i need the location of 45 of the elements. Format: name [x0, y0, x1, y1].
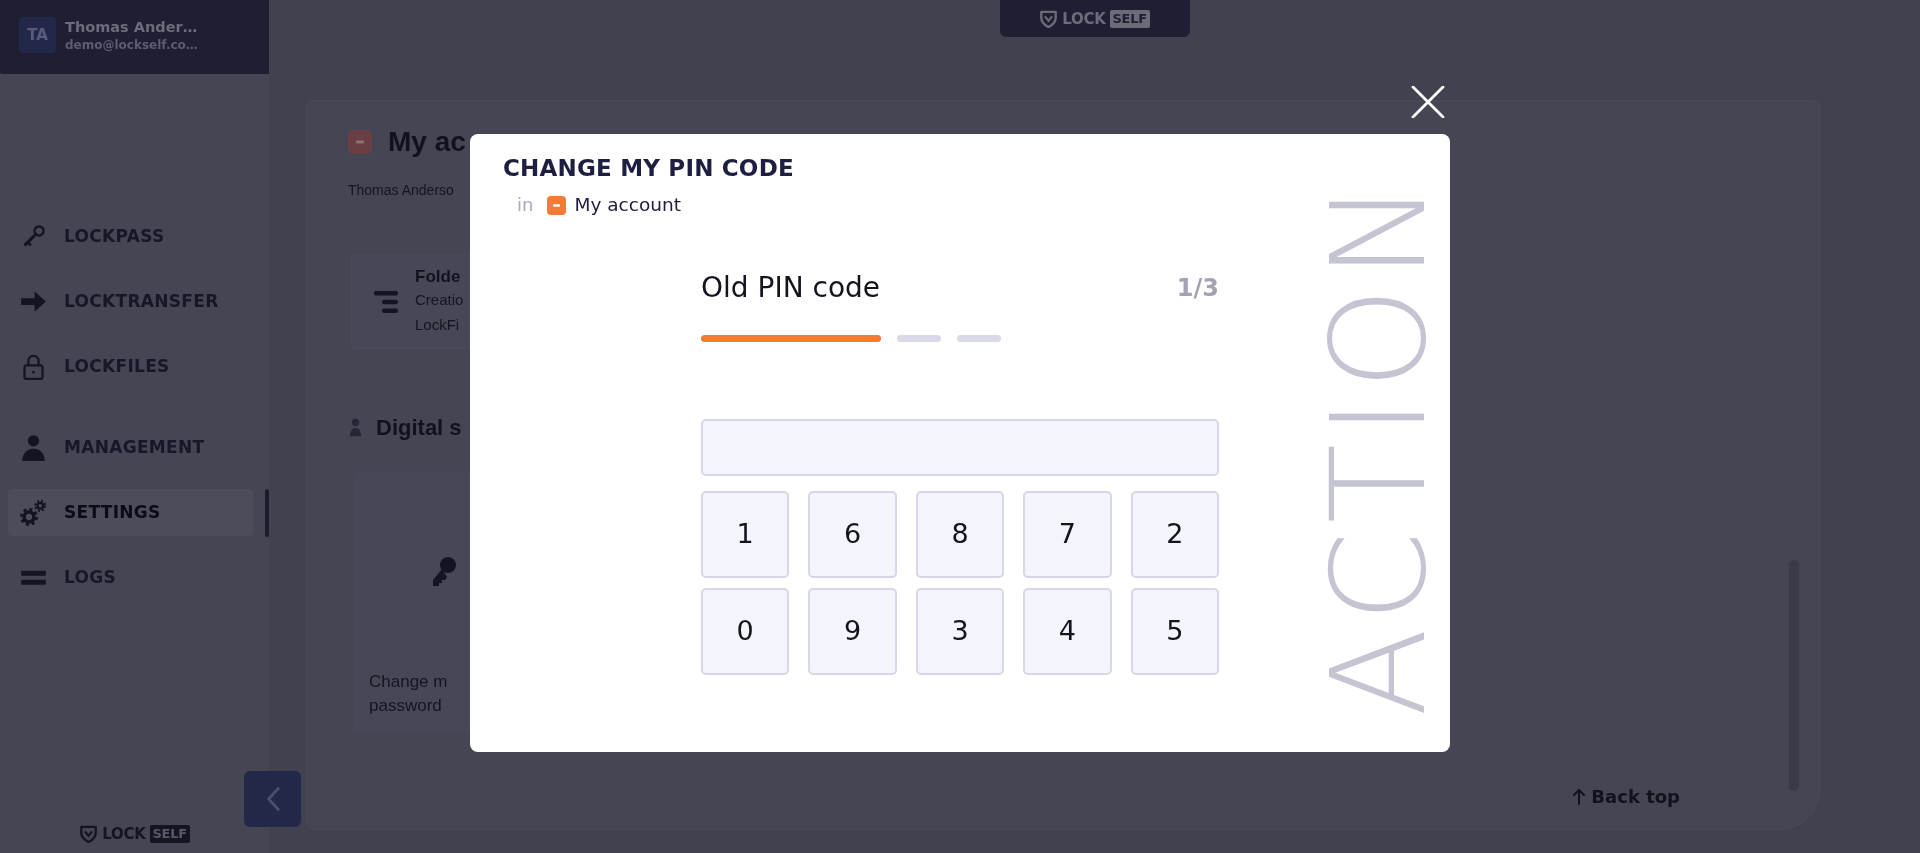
lines-icon [374, 290, 398, 313]
keypad-key[interactable]: 0 [701, 588, 790, 675]
keypad-key[interactable]: 2 [1130, 491, 1219, 578]
pin-input-field[interactable] [701, 419, 1219, 476]
keypad-key[interactable]: 5 [1130, 588, 1219, 675]
person-icon [20, 434, 47, 461]
keypad-key[interactable]: 9 [808, 588, 897, 675]
breadcrumb-prefix: in [517, 193, 534, 217]
close-button[interactable] [1411, 86, 1445, 118]
keypad-key[interactable]: 6 [808, 491, 897, 578]
logo-text: LOCK [1062, 9, 1106, 28]
shield-logo-icon [79, 825, 99, 843]
card-title: Folde [415, 266, 462, 287]
logo-highlight-text: SELF [1109, 9, 1150, 28]
active-item-indicator [265, 488, 269, 537]
keypad-key[interactable]: 3 [915, 588, 1005, 675]
user-email: demo@lockself.co… [65, 36, 198, 53]
minus-square-icon [348, 130, 372, 154]
arrow-up-icon [1573, 788, 1586, 805]
close-icon [1411, 86, 1445, 118]
keypad-key[interactable]: 8 [915, 491, 1005, 578]
card-label: password [369, 695, 443, 717]
card-description: LockFi [415, 314, 461, 335]
key-icon [432, 557, 456, 587]
modal-title: CHANGE MY PIN CODE [503, 154, 795, 182]
card-description: Creatio [415, 289, 464, 310]
breadcrumb-link[interactable]: My account [574, 193, 681, 217]
page-title: My ac [388, 125, 466, 159]
background-lettering: ACTION [1314, 174, 1444, 717]
step-counter: 1/3 [1176, 273, 1219, 303]
keypad-key[interactable]: 1 [701, 491, 790, 578]
minus-square-icon [547, 195, 567, 215]
padlock-icon [20, 353, 47, 380]
card-label: Change m [369, 671, 449, 693]
section-title: Digital s [376, 414, 462, 441]
chevron-left-icon [265, 786, 280, 812]
person-icon [350, 418, 361, 437]
collapse-sidebar-button[interactable] [244, 771, 301, 827]
step-title: Old PIN code [701, 271, 880, 305]
gears-icon [20, 499, 47, 526]
keypad-key[interactable]: 7 [1023, 491, 1112, 578]
user-name: Thomas Ander… [65, 17, 198, 37]
shield-logo-icon [1039, 9, 1059, 28]
keypad-key[interactable]: 4 [1023, 588, 1112, 675]
logo-highlight-text: SELF [149, 825, 190, 843]
